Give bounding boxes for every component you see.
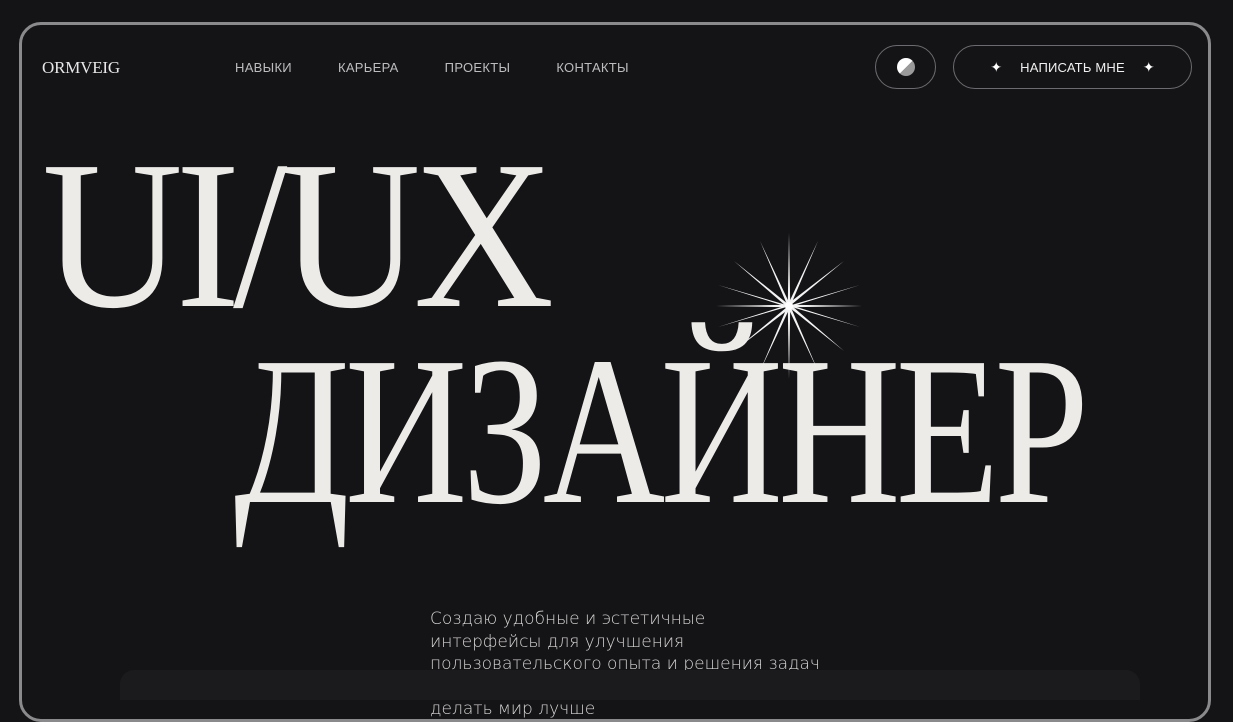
write-me-button[interactable]: ✦ НАПИСАТЬ МНЕ ✦ [953, 45, 1192, 89]
hero-title-line2: ДИЗАЙНЕР [234, 313, 1089, 548]
nav-item-skills[interactable]: НАВЫКИ [235, 60, 292, 75]
nav-item-projects[interactable]: ПРОЕКТЫ [445, 60, 511, 75]
sparkle-icon: ✦ [990, 59, 1003, 75]
nav-item-career[interactable]: КАРЬЕРА [338, 60, 399, 75]
bottom-panel [120, 670, 1140, 700]
page-frame: ORMVEIG НАВЫКИ КАРЬЕРА ПРОЕКТЫ КОНТАКТЫ … [19, 22, 1211, 722]
nav-item-contacts[interactable]: КОНТАКТЫ [556, 60, 629, 75]
hero-title-line1: UI/UX [42, 117, 554, 352]
hero-description: Создаю удобные и эстетичные интерфейсы д… [430, 609, 820, 719]
main-nav: НАВЫКИ КАРЬЕРА ПРОЕКТЫ КОНТАКТЫ [235, 60, 629, 75]
write-me-label: НАПИСАТЬ МНЕ [1020, 59, 1125, 75]
half-moon-icon [896, 58, 915, 76]
starburst-icon [716, 233, 862, 379]
sparkle-icon: ✦ [1142, 59, 1155, 75]
theme-toggle-button[interactable] [875, 45, 936, 89]
logo[interactable]: ORMVEIG [42, 58, 120, 78]
